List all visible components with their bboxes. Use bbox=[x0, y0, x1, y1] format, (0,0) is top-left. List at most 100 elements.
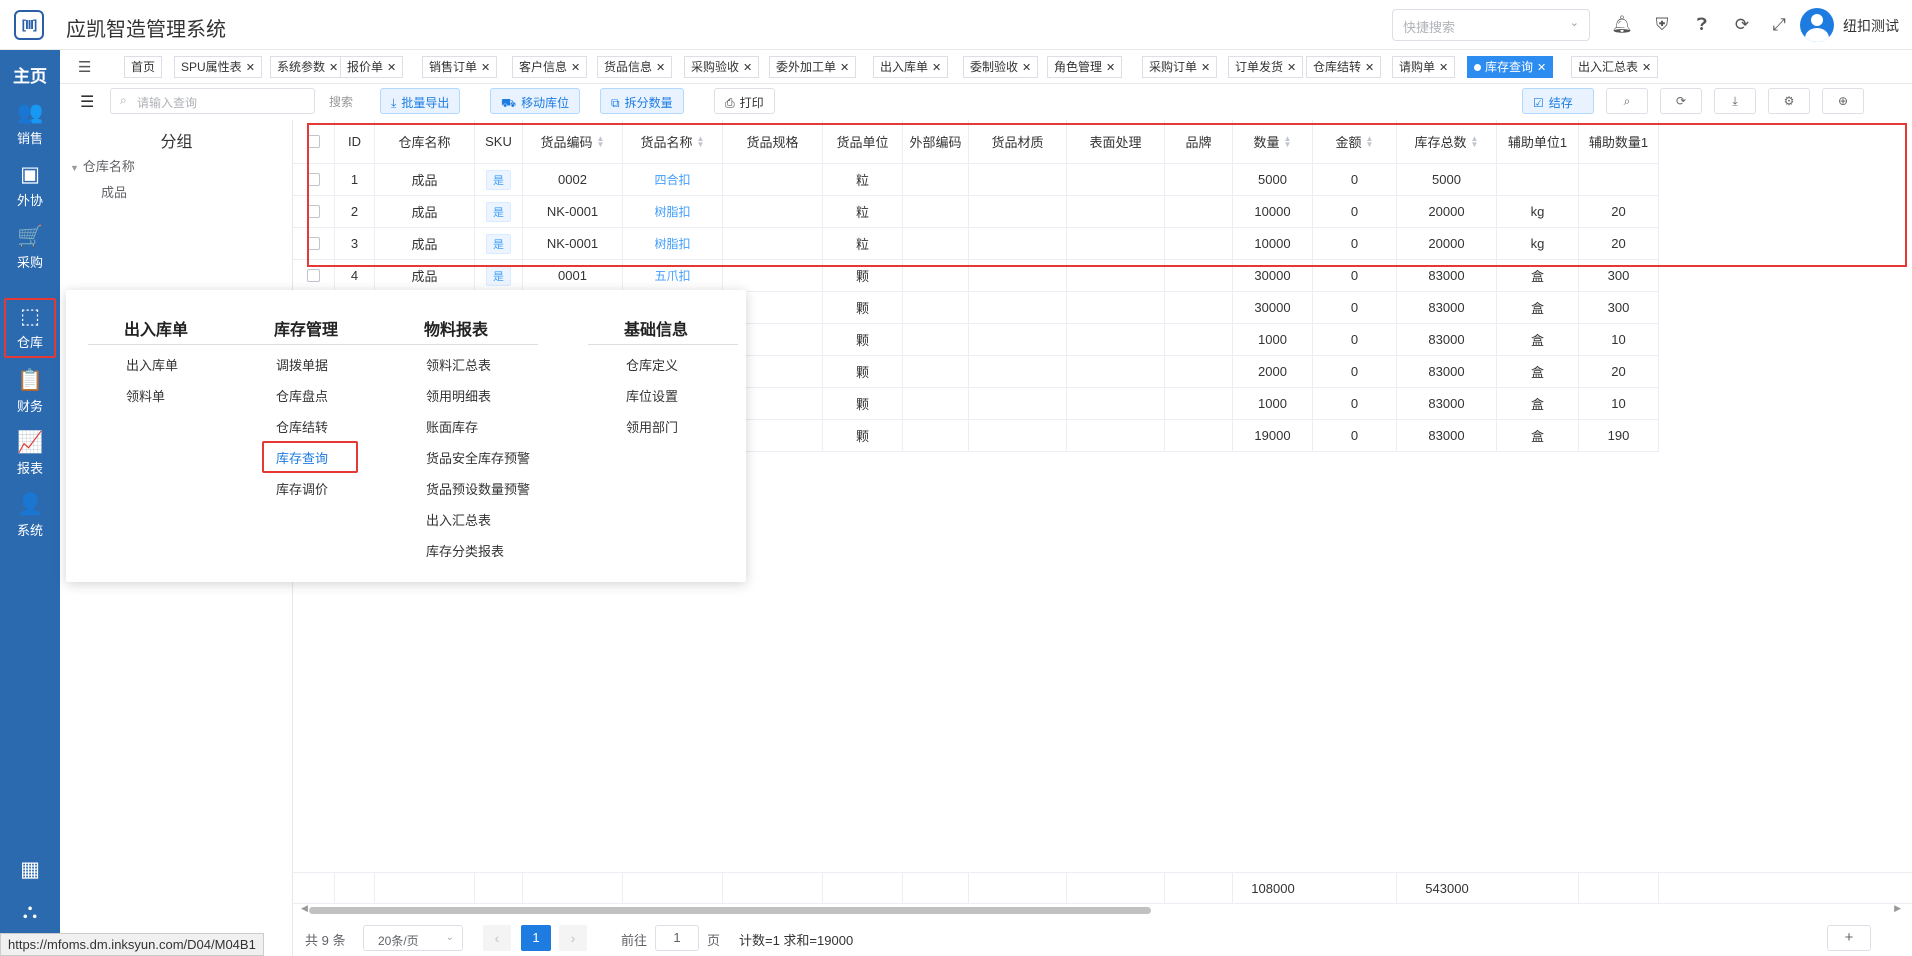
page-size-select[interactable]: 20条/页 ⌄ bbox=[363, 925, 463, 951]
row-checkbox[interactable] bbox=[307, 173, 320, 186]
close-icon[interactable]: ✕ bbox=[387, 62, 396, 74]
menu-item[interactable]: 仓库定义 bbox=[626, 355, 678, 374]
menu-item[interactable]: 库存分类报表 bbox=[426, 541, 504, 560]
network-icon[interactable]: ⛬ bbox=[18, 900, 42, 924]
add-button[interactable]: + bbox=[1827, 925, 1871, 951]
product-name-link[interactable]: 树脂扣 bbox=[654, 235, 690, 252]
menu-icon[interactable]: ☰ bbox=[80, 92, 94, 112]
tab-1[interactable]: SPU属性表 ✕ bbox=[174, 56, 262, 78]
column-header[interactable]: 数量 ▲ ▼ bbox=[1233, 120, 1313, 163]
split-qty-button[interactable]: ⧉ 拆分数量 bbox=[600, 88, 684, 114]
menu-item[interactable]: 领料汇总表 bbox=[426, 355, 491, 374]
settings-icon[interactable]: ⚙ bbox=[1768, 88, 1810, 114]
table-row[interactable]: 2 成品 是 NK-0001 树脂扣 粒 10000 0 20000 kg 20 bbox=[293, 196, 1659, 228]
refresh-icon[interactable]: ⟳ bbox=[1730, 13, 1754, 37]
tab-6[interactable]: 货品信息 ✕ bbox=[597, 56, 673, 78]
product-name-link[interactable]: 五爪扣 bbox=[654, 267, 690, 284]
sidebar-item-reports[interactable]: 📈 报表 bbox=[0, 424, 60, 482]
move-location-button[interactable]: ⛟ 移动库位 bbox=[490, 88, 581, 114]
goto-page-input[interactable]: 1 bbox=[655, 925, 699, 951]
scroll-left-icon[interactable]: ◀ bbox=[301, 903, 308, 914]
search-icon[interactable]: ⌕ bbox=[1606, 88, 1648, 114]
menu-item[interactable]: 领用明细表 bbox=[426, 386, 491, 405]
prev-page-button[interactable]: ‹ bbox=[483, 925, 511, 951]
menu-item[interactable]: 出入汇总表 bbox=[426, 510, 491, 529]
horizontal-scrollbar[interactable]: ◀ ▶ bbox=[301, 903, 1901, 914]
sidebar-item-sales[interactable]: 👥 销售 bbox=[0, 94, 60, 152]
download-icon[interactable]: ⤓ bbox=[1714, 88, 1756, 114]
select-all-checkbox[interactable] bbox=[307, 135, 320, 148]
menu-item[interactable]: 账面库存 bbox=[426, 417, 478, 436]
quick-search-select[interactable]: 快捷搜索 ⌄ bbox=[1392, 9, 1590, 41]
tab-9[interactable]: 出入库单 ✕ bbox=[873, 56, 949, 78]
column-settings-icon[interactable]: ⊕ bbox=[1822, 88, 1864, 114]
row-checkbox[interactable] bbox=[307, 269, 320, 282]
tab-0[interactable]: 首页 bbox=[124, 56, 163, 78]
scroll-right-icon[interactable]: ▶ bbox=[1894, 903, 1901, 914]
close-icon[interactable]: ✕ bbox=[1287, 62, 1296, 74]
tab-8[interactable]: 委外加工单 ✕ bbox=[769, 56, 857, 78]
sidebar-home[interactable]: 主页 bbox=[0, 62, 60, 87]
select-all-cell[interactable] bbox=[293, 120, 335, 163]
product-name-link[interactable]: 四合扣 bbox=[654, 171, 690, 188]
row-checkbox[interactable] bbox=[307, 237, 320, 250]
close-icon[interactable]: ✕ bbox=[1106, 62, 1115, 74]
sidebar-item-warehouse[interactable]: ⬚ 仓库 bbox=[4, 298, 56, 358]
next-page-button[interactable]: › bbox=[559, 925, 587, 951]
tab-7[interactable]: 采购验收 ✕ bbox=[684, 56, 760, 78]
column-header[interactable]: 库存总数 ▲ ▼ bbox=[1397, 120, 1497, 163]
menu-item[interactable]: 货品预设数量预警 bbox=[426, 479, 530, 498]
column-header[interactable]: 货品名称 ▲ ▼ bbox=[623, 120, 723, 163]
column-header[interactable]: 货品编码 ▲ ▼ bbox=[523, 120, 623, 163]
close-icon[interactable]: ✕ bbox=[1642, 62, 1651, 74]
bell-icon[interactable]: 🔔︎ bbox=[1610, 13, 1634, 37]
scrollbar-thumb[interactable] bbox=[309, 907, 1151, 914]
tab-10[interactable]: 委制验收 ✕ bbox=[963, 56, 1039, 78]
print-button[interactable]: ⎙ 打印 bbox=[714, 88, 775, 114]
tab-2[interactable]: 系统参数 ✕ bbox=[270, 56, 346, 78]
menu-item[interactable]: 领料单 bbox=[126, 386, 165, 405]
shield-icon[interactable]: ⛨ bbox=[1650, 13, 1674, 37]
search-input[interactable]: ⌕ 请输入查询 bbox=[110, 88, 315, 114]
app-logo[interactable]: [III] bbox=[14, 10, 44, 40]
close-icon[interactable]: ✕ bbox=[1537, 62, 1546, 74]
tab-13[interactable]: 订单发货 ✕ bbox=[1228, 56, 1304, 78]
sidebar-item-outsource[interactable]: ▣ 外协 bbox=[0, 156, 60, 214]
tree-node-finished[interactable]: 成品 bbox=[101, 182, 127, 201]
close-icon[interactable]: ✕ bbox=[743, 62, 752, 74]
refresh-icon[interactable]: ⟳ bbox=[1660, 88, 1702, 114]
sidebar-item-system[interactable]: 👤 系统 bbox=[0, 486, 60, 544]
tab-16[interactable]: 库存查询 ✕ bbox=[1467, 56, 1554, 78]
row-checkbox[interactable] bbox=[307, 205, 320, 218]
tab-12[interactable]: 采购订单 ✕ bbox=[1142, 56, 1218, 78]
close-icon[interactable]: ✕ bbox=[481, 62, 490, 74]
username[interactable]: 纽扣测试 bbox=[1843, 16, 1899, 36]
sort-icon[interactable]: ▲ ▼ bbox=[1366, 134, 1374, 148]
menu-item[interactable]: 货品安全库存预警 bbox=[426, 448, 530, 467]
menu-item[interactable]: 仓库结转 bbox=[276, 417, 328, 436]
sort-icon[interactable]: ▲ ▼ bbox=[1471, 134, 1479, 148]
close-icon[interactable]: ✕ bbox=[329, 62, 338, 74]
tab-14[interactable]: 仓库结转 ✕ bbox=[1306, 56, 1382, 78]
column-header[interactable]: 金额 ▲ ▼ bbox=[1313, 120, 1397, 163]
close-icon[interactable]: ✕ bbox=[656, 62, 665, 74]
batch-export-button[interactable]: ⤓ 批量导出 bbox=[380, 88, 461, 114]
fullscreen-icon[interactable]: ⤢ bbox=[1767, 13, 1791, 37]
tab-15[interactable]: 请购单 ✕ bbox=[1392, 56, 1456, 78]
tab-11[interactable]: 角色管理 ✕ bbox=[1047, 56, 1123, 78]
table-row[interactable]: 1 成品 是 0002 四合扣 粒 5000 0 5000 bbox=[293, 164, 1659, 196]
sum-toggle[interactable]: ☑ 结存 bbox=[1522, 88, 1594, 114]
close-icon[interactable]: ✕ bbox=[1365, 62, 1374, 74]
close-icon[interactable]: ✕ bbox=[571, 62, 580, 74]
tab-5[interactable]: 客户信息 ✕ bbox=[512, 56, 588, 78]
menu-item[interactable]: 库存调价 bbox=[276, 479, 328, 498]
menu-item[interactable]: 领用部门 bbox=[626, 417, 678, 436]
menu-item[interactable]: 调拨单据 bbox=[276, 355, 328, 374]
close-icon[interactable]: ✕ bbox=[1022, 62, 1031, 74]
table-row[interactable]: 4 成品 是 0001 五爪扣 颗 30000 0 83000 盒 300 bbox=[293, 260, 1659, 292]
tree-node-warehouse[interactable]: ▼ 仓库名称 bbox=[70, 156, 135, 175]
menu-collapse-icon[interactable]: ☰ bbox=[78, 58, 91, 76]
sort-icon[interactable]: ▲ ▼ bbox=[1284, 134, 1292, 148]
menu-item[interactable]: 仓库盘点 bbox=[276, 386, 328, 405]
tab-3[interactable]: 报价单 ✕ bbox=[340, 56, 404, 78]
